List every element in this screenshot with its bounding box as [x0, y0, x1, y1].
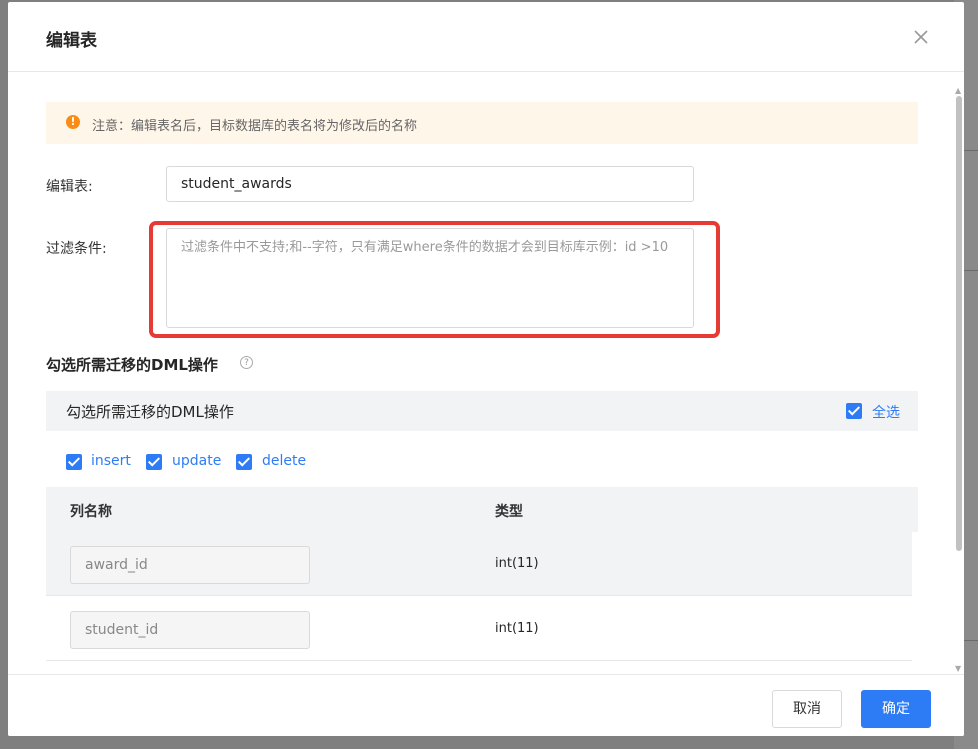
highlight-annotation: [149, 221, 720, 338]
dialog-scrollbar[interactable]: ▲ ▼: [954, 78, 964, 674]
table-header: 列名称 类型: [46, 487, 918, 532]
update-checkbox[interactable]: [146, 454, 162, 470]
insert-checkbox[interactable]: [66, 454, 82, 470]
column-name-input[interactable]: award_id: [70, 546, 310, 584]
help-icon[interactable]: ?: [240, 356, 253, 369]
confirm-button[interactable]: 确定: [861, 690, 931, 728]
close-icon[interactable]: [908, 24, 934, 50]
table-row: award_id int(11): [46, 532, 912, 596]
dml-panel-title: 勾选所需迁移的DML操作: [66, 403, 234, 421]
column-header-name: 列名称: [70, 504, 112, 520]
filter-label: 过滤条件:: [46, 241, 107, 257]
edit-table-dialog: 编辑表 ! 注意：编辑表名后，目标数据库的表名将为修改后的名称 编辑表: stu…: [8, 2, 964, 736]
dialog-footer: 取消 确定: [8, 674, 964, 736]
table-row: student_id int(11): [46, 597, 912, 661]
table-name-input[interactable]: student_awards: [166, 166, 694, 202]
delete-label[interactable]: delete: [262, 453, 306, 469]
dialog-body: ! 注意：编辑表名后，目标数据库的表名将为修改后的名称 编辑表: student…: [8, 72, 964, 674]
delete-checkbox[interactable]: [236, 454, 252, 470]
scroll-down-arrow-icon[interactable]: ▼: [955, 664, 961, 673]
table-name-label: 编辑表:: [46, 179, 93, 195]
dialog-header: 编辑表: [8, 2, 964, 72]
scroll-thumb[interactable]: [956, 96, 962, 551]
notice-banner: ! 注意：编辑表名后，目标数据库的表名将为修改后的名称: [46, 102, 918, 144]
notice-text: 注意：编辑表名后，目标数据库的表名将为修改后的名称: [92, 119, 418, 134]
dialog-title: 编辑表: [46, 31, 97, 51]
select-all-label[interactable]: 全选: [872, 402, 900, 422]
column-header-type: 类型: [495, 504, 523, 520]
dml-panel-header: 勾选所需迁移的DML操作 全选: [46, 391, 918, 431]
dml-section-title: 勾选所需迁移的DML操作: [46, 356, 218, 374]
update-label[interactable]: update: [172, 453, 221, 469]
column-type: int(11): [495, 556, 539, 571]
column-type: int(11): [495, 621, 539, 636]
insert-label[interactable]: insert: [91, 453, 131, 469]
select-all-checkbox[interactable]: [846, 403, 862, 419]
cancel-button[interactable]: 取消: [772, 690, 842, 728]
scroll-up-arrow-icon[interactable]: ▲: [955, 86, 961, 95]
warning-icon: !: [66, 115, 80, 129]
column-name-input[interactable]: student_id: [70, 611, 310, 649]
